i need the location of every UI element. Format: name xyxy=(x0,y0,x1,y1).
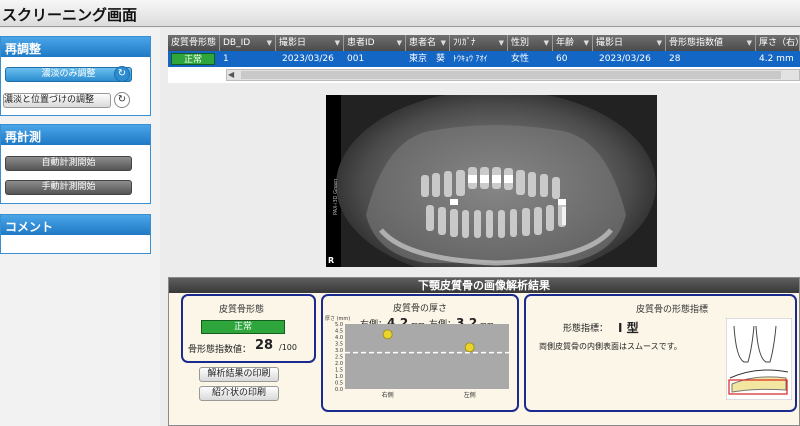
print-referral-button[interactable]: 紹介状の印刷 xyxy=(199,386,279,401)
x-tick-label: 右側 xyxy=(382,391,394,399)
horizontal-scrollbar[interactable]: ◀ xyxy=(226,69,800,81)
left-panel: 再調整 濃淡のみ調整 ↻ 濃淡と位置づけの調整 ↻ 再計測 自動計測開始 手動計… xyxy=(0,28,160,426)
results-header: 下顎皮質骨の画像解析結果 xyxy=(169,278,799,293)
cell-date: 2023/03/26 xyxy=(282,54,334,64)
y-tick-label: 2.0 xyxy=(335,361,343,367)
refresh-icon[interactable]: ↻ xyxy=(114,66,130,82)
readjust-section: 再調整 濃淡のみ調整 ↻ 濃淡と位置づけの調整 ↻ xyxy=(0,36,151,116)
remeasure-header: 再計測 xyxy=(1,125,150,145)
cell-thickness: 4.2 mm xyxy=(759,54,794,64)
column-header[interactable]: 厚さ（右） xyxy=(756,35,800,51)
density-position-button[interactable]: 濃淡と位置づけの調整 xyxy=(3,93,111,108)
shape-index-box: 皮質骨の形態指標 形態指標： I 型 両側皮質骨の内側表面はスムースです。 xyxy=(524,294,797,412)
index-value: 28 xyxy=(255,338,274,353)
y-tick-label: 0.0 xyxy=(335,387,343,393)
column-header[interactable]: DB_ID ▼ xyxy=(220,35,276,51)
scroll-thumb[interactable] xyxy=(241,71,781,79)
panoramic-xray: PAX-i3D Green R xyxy=(326,95,657,267)
cell-sex: 女性 xyxy=(511,54,530,64)
morphology-title: 皮質骨形態 xyxy=(219,305,265,315)
data-point xyxy=(464,342,475,353)
y-tick-label: 3.5 xyxy=(335,342,343,348)
morphology-status-badge: 正常 xyxy=(201,320,285,334)
xray-side-text: PAX-i3D Green xyxy=(333,179,339,215)
cell-age: 60 xyxy=(556,54,568,64)
column-header[interactable]: 患者名 ▼ xyxy=(406,35,450,51)
cell-patient-id: 001 xyxy=(347,54,365,64)
y-tick-label: 1.5 xyxy=(335,368,343,374)
scroll-left-icon[interactable]: ◀ xyxy=(228,70,234,79)
patient-table: 皮質骨形態 DB_ID ▼ 撮影日 ▼ 患者ID ▼ 患者名 ▼ ﾌﾘｶﾞﾅ ▼ 性別 ▼ … xyxy=(168,35,800,83)
thickness-box: 皮質骨の厚さ 右側：4.2 mm 左側：3.2 mm 厚さ (mm) 0.00.… xyxy=(321,294,519,412)
cell-kana: ﾄｳｷｮｳ ｱｵｲ xyxy=(453,54,488,63)
y-tick-label: 3.0 xyxy=(335,348,343,354)
index-max: /100 xyxy=(279,343,297,352)
x-tick-label: 左側 xyxy=(464,391,476,399)
column-header[interactable]: 患者ID ▼ xyxy=(344,35,406,51)
morphology-box: 皮質骨形態 正常 骨形態指数値： 28 /100 xyxy=(181,294,316,363)
column-header[interactable]: 皮質骨形態 xyxy=(168,35,220,51)
density-only-button[interactable]: 濃淡のみ調整 xyxy=(5,67,132,82)
comment-section: コメント xyxy=(0,214,151,254)
data-point xyxy=(382,329,393,340)
table-row[interactable]: 正常 1 2023/03/26 001 東京 葵 ﾄｳｷｮｳ ｱｵｲ 女性 60… xyxy=(168,51,800,67)
comment-header: コメント xyxy=(1,215,150,235)
auto-measure-button[interactable]: 自動計測開始 xyxy=(5,156,132,171)
manual-measure-button[interactable]: 手動計測開始 xyxy=(5,180,132,195)
y-tick-label: 2.5 xyxy=(335,355,343,361)
cell-name: 東京 葵 xyxy=(409,54,446,64)
y-tick-label: 4.0 xyxy=(335,335,343,341)
cell-db-id: 1 xyxy=(223,54,229,64)
status-badge: 正常 xyxy=(171,53,215,65)
column-header[interactable]: ﾌﾘｶﾞﾅ ▼ xyxy=(450,35,508,51)
screening-window: スクリーニング画面 再調整 濃淡のみ調整 ↻ 濃淡と位置づけの調整 ↻ 再計測 … xyxy=(0,0,800,426)
shape-title: 皮質骨の形態指標 xyxy=(636,305,709,315)
y-axis-label: 厚さ (mm) xyxy=(325,315,350,322)
readjust-header: 再調整 xyxy=(1,37,150,57)
column-header[interactable]: 骨形態指数値 ▼ xyxy=(666,35,756,51)
y-tick-label: 0.5 xyxy=(335,381,343,387)
title-bar: スクリーニング画面 xyxy=(0,0,800,27)
remeasure-section: 再計測 自動計測開始 手動計測開始 xyxy=(0,124,151,204)
cell-index: 28 xyxy=(669,54,681,64)
y-tick-label: 4.5 xyxy=(335,329,343,335)
cell-date2: 2023/03/26 xyxy=(599,54,651,64)
y-tick-label: 5.0 xyxy=(335,322,343,328)
column-header[interactable]: 年齢 ▼ xyxy=(553,35,593,51)
table-header: 皮質骨形態 DB_ID ▼ 撮影日 ▼ 患者ID ▼ 患者名 ▼ ﾌﾘｶﾞﾅ ▼ 性別 ▼ … xyxy=(168,35,800,51)
column-header[interactable]: 性別 ▼ xyxy=(508,35,553,51)
y-tick-label: 1.0 xyxy=(335,374,343,380)
results-panel: 下顎皮質骨の画像解析結果 皮質骨形態 正常 骨形態指数値： 28 /100 解析… xyxy=(168,277,800,426)
column-header[interactable]: 撮影日 ▼ xyxy=(276,35,344,51)
thickness-chart: 厚さ (mm) 0.00.51.01.52.02.53.03.54.04.55.… xyxy=(325,315,509,399)
shape-index-value: I 型 xyxy=(618,321,639,335)
shape-description: 両側皮質骨の内側表面はスムースです。 xyxy=(539,342,682,351)
mandible-diagram-icon xyxy=(726,318,792,400)
column-header[interactable]: 撮影日 ▼ xyxy=(593,35,666,51)
shape-index-label: 形態指標： xyxy=(563,324,609,334)
window-title: スクリーニング画面 xyxy=(2,6,138,24)
xray-image: PAX-i3D Green R xyxy=(326,95,657,267)
print-analysis-button[interactable]: 解析結果の印刷 xyxy=(199,367,279,382)
thickness-title: 皮質骨の厚さ xyxy=(393,304,448,314)
plot-area xyxy=(345,324,509,389)
index-label: 骨形態指数値： xyxy=(188,345,252,355)
xray-corner-label: R xyxy=(328,256,334,265)
refresh-icon[interactable]: ↻ xyxy=(114,92,130,108)
